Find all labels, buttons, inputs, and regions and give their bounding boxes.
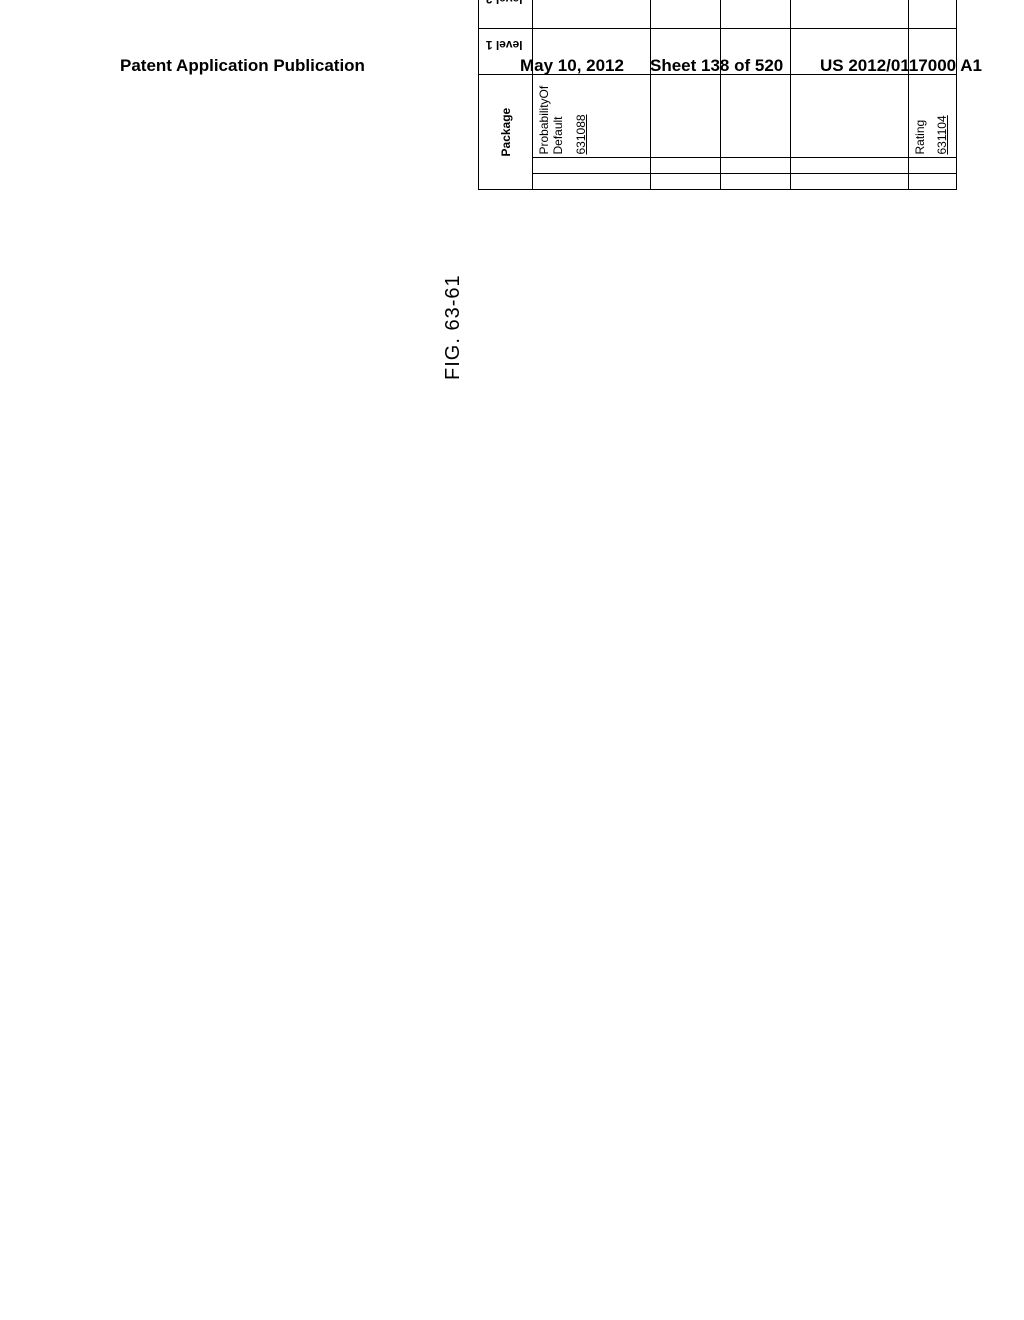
col-package: Package xyxy=(479,75,533,190)
table-row: ProbabilityOfDefault 631088 ProbabilityO… xyxy=(533,0,651,190)
table-row: ProbabilityOfDefaultDecimalValue 631100 … xyxy=(791,0,909,190)
header-left-text: Patent Application Publication xyxy=(120,56,365,76)
figure-label: FIG. 63-61 xyxy=(442,274,465,380)
table-row: TermDuration 631096 Duration 631098 xyxy=(721,0,791,190)
schema-table: Package level 1 level 2 level 3 level 4 … xyxy=(478,0,957,190)
table-wrapper: Package level 1 level 2 level 3 level 4 … xyxy=(478,0,957,190)
col-level1: level 1 xyxy=(479,29,533,75)
table-header-row: Package level 1 level 2 level 3 level 4 … xyxy=(479,0,533,190)
cell-package: Rating 631104 xyxy=(909,75,957,158)
col-level2: level 2 xyxy=(479,0,533,29)
table-row: ValidityDatePeriod 631092 CLOSED_DatePer… xyxy=(651,0,721,190)
table-row: Rating 631104 Rating 631106 xyxy=(909,0,957,190)
cell-package: ProbabilityOfDefault 631088 xyxy=(533,75,651,158)
